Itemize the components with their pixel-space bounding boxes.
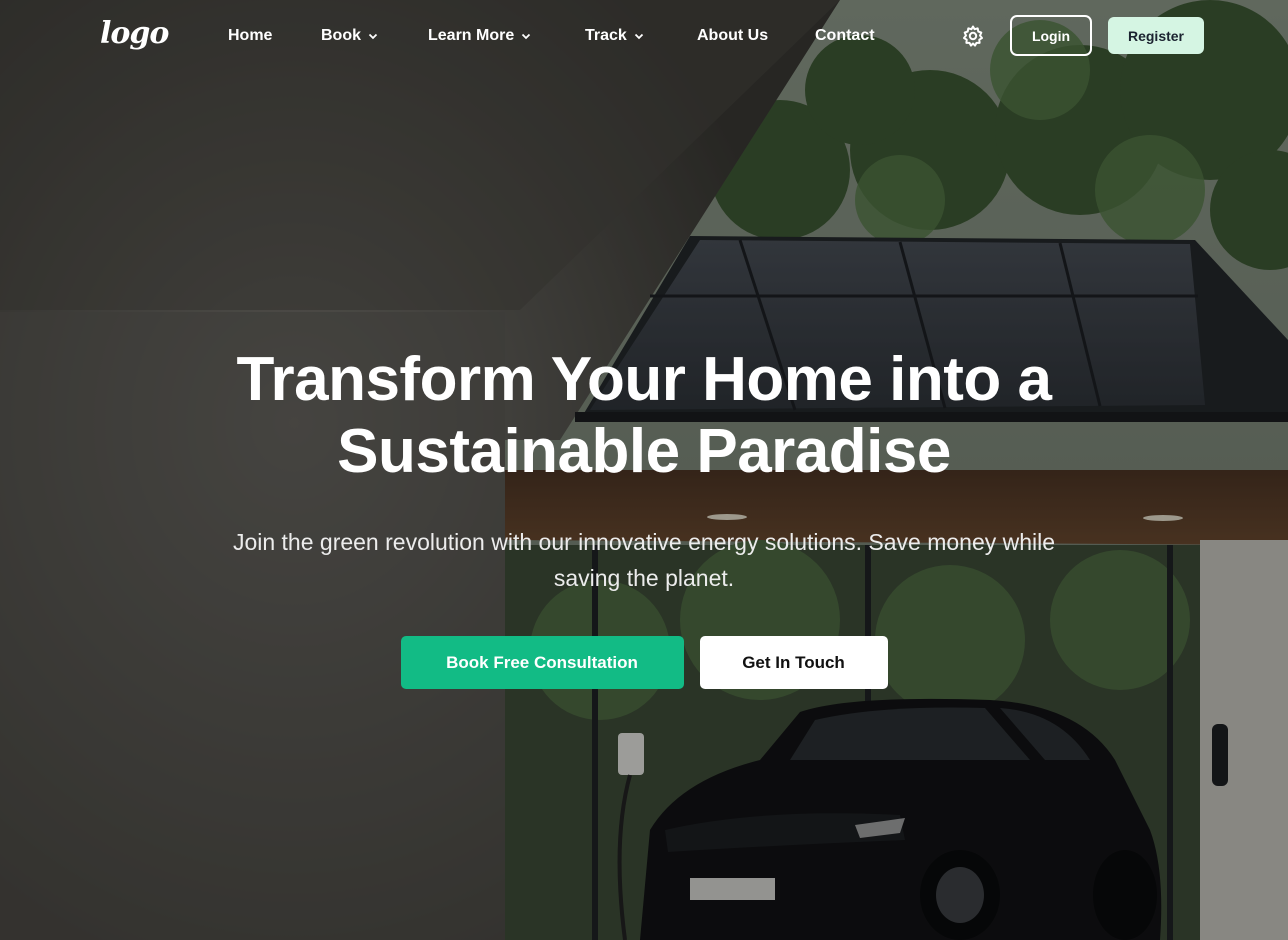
nav-book-label: Book (321, 27, 361, 44)
hero-title-line2: Sustainable Paradise (337, 417, 951, 486)
nav-track-label: Track (585, 27, 627, 44)
get-in-touch-button[interactable]: Get In Touch (699, 636, 888, 689)
nav-home[interactable]: Home (228, 24, 272, 48)
nav-learn-more[interactable]: Learn More (428, 24, 531, 48)
book-consultation-button[interactable]: Book Free Consultation (400, 636, 684, 689)
hero-title: Transform Your Home into a Sustainable P… (194, 344, 1094, 488)
nav-contact[interactable]: Contact (815, 24, 875, 48)
site-logo[interactable]: logo (100, 14, 169, 54)
settings-button[interactable] (961, 24, 985, 48)
gear-icon (963, 25, 983, 47)
site-header: logo Home Book Learn More Track About Us… (0, 0, 1288, 72)
register-button[interactable]: Register (1108, 17, 1204, 54)
chevron-down-icon (368, 33, 378, 40)
nav-book[interactable]: Book (321, 24, 378, 48)
hero-section: Transform Your Home into a Sustainable P… (0, 344, 1288, 689)
hero-subtitle: Join the green revolution with our innov… (232, 529, 1056, 591)
chevron-down-icon (634, 33, 643, 40)
nav-track[interactable]: Track (585, 24, 644, 48)
nav-learn-more-label: Learn More (428, 27, 515, 44)
login-button[interactable]: Login (1010, 15, 1092, 56)
nav-contact-label: Contact (815, 27, 875, 44)
chevron-down-icon (522, 33, 531, 40)
hero-title-line1: Transform Your Home into a (236, 345, 1052, 414)
hero-cta-group: Book Free Consultation Get In Touch (0, 636, 1288, 689)
nav-about-us[interactable]: About Us (697, 24, 768, 48)
nav-about-us-label: About Us (697, 27, 769, 44)
nav-home-label: Home (228, 27, 273, 44)
